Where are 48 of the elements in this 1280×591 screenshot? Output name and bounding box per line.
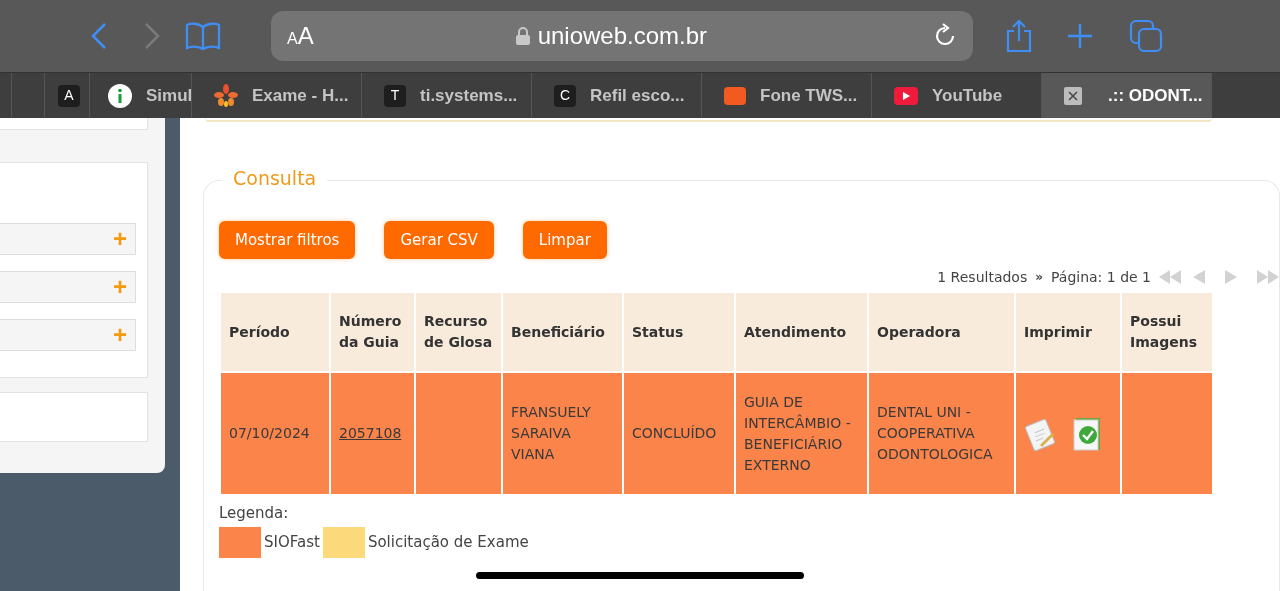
- site-icon: A: [58, 84, 80, 107]
- action-button[interactable]: Mostrar filtros: [219, 221, 356, 259]
- site-icon: C: [554, 84, 576, 107]
- cell-text: GUIA DE INTERCÂMBIO - BENEFICIÁRIO EXTERNO: [744, 393, 851, 473]
- column-header: Período: [220, 292, 330, 372]
- column-header: Imprimir: [1015, 292, 1121, 372]
- legend-title: Legenda:: [219, 503, 289, 524]
- lock-icon: [515, 27, 530, 45]
- first-page-icon[interactable]: [1159, 270, 1181, 284]
- close-icon[interactable]: [1064, 86, 1082, 105]
- plus-icon[interactable]: [1067, 23, 1093, 49]
- address-bar[interactable]: AA unioweb.com.br: [271, 11, 973, 61]
- action-button[interactable]: Gerar CSV: [384, 221, 494, 259]
- flower-icon: [214, 83, 238, 108]
- next-page-icon[interactable]: [1225, 270, 1237, 284]
- cell-text: FRANSUELY SARAIVA VIANA: [511, 404, 591, 462]
- previous-page-icon[interactable]: [1193, 270, 1205, 284]
- page-indicator: Página: 1 de 1: [1051, 267, 1151, 287]
- column-header: Possui Imagens: [1121, 292, 1213, 372]
- text-size-button[interactable]: AA: [287, 18, 314, 54]
- back-icon[interactable]: [90, 22, 108, 50]
- book-icon[interactable]: [185, 22, 221, 50]
- column-header: Recurso de Glosa: [415, 292, 502, 372]
- address-text: unioweb.com.br: [537, 21, 708, 51]
- column-header: Atendimento: [735, 292, 868, 372]
- site-icon: T: [384, 84, 406, 107]
- column-header: Número da Guia: [330, 292, 415, 372]
- guide-number-link[interactable]: 2057108: [339, 425, 402, 441]
- last-page-icon[interactable]: [1257, 270, 1279, 284]
- legend-label: Solicitação de Exame: [366, 532, 530, 554]
- cell-text: CONCLUÍDO: [632, 425, 717, 441]
- brand-icon: [724, 86, 746, 105]
- legend-label: SIOFast: [263, 532, 321, 554]
- tabs-icon[interactable]: [1129, 19, 1163, 53]
- results-count: 1 Resultados: [937, 267, 1028, 287]
- action-button[interactable]: Limpar: [522, 221, 607, 259]
- share-icon[interactable]: [1005, 19, 1033, 53]
- forward-icon[interactable]: [143, 22, 161, 50]
- column-header: Status: [623, 292, 735, 372]
- cell-text: DENTAL UNI - COOPERATIVA ODONTOLOGICA: [877, 404, 993, 462]
- play-icon: [894, 86, 918, 105]
- separator-icon: »: [1035, 268, 1043, 286]
- browser-tab[interactable]: .:: ODONT...: [1042, 73, 1212, 118]
- column-header: Beneficiário: [502, 292, 623, 372]
- section-title: Consulta: [222, 169, 328, 188]
- column-header: Operadora: [868, 292, 1015, 372]
- info-icon: [108, 83, 132, 108]
- cell-text: 07/10/2024: [229, 425, 310, 441]
